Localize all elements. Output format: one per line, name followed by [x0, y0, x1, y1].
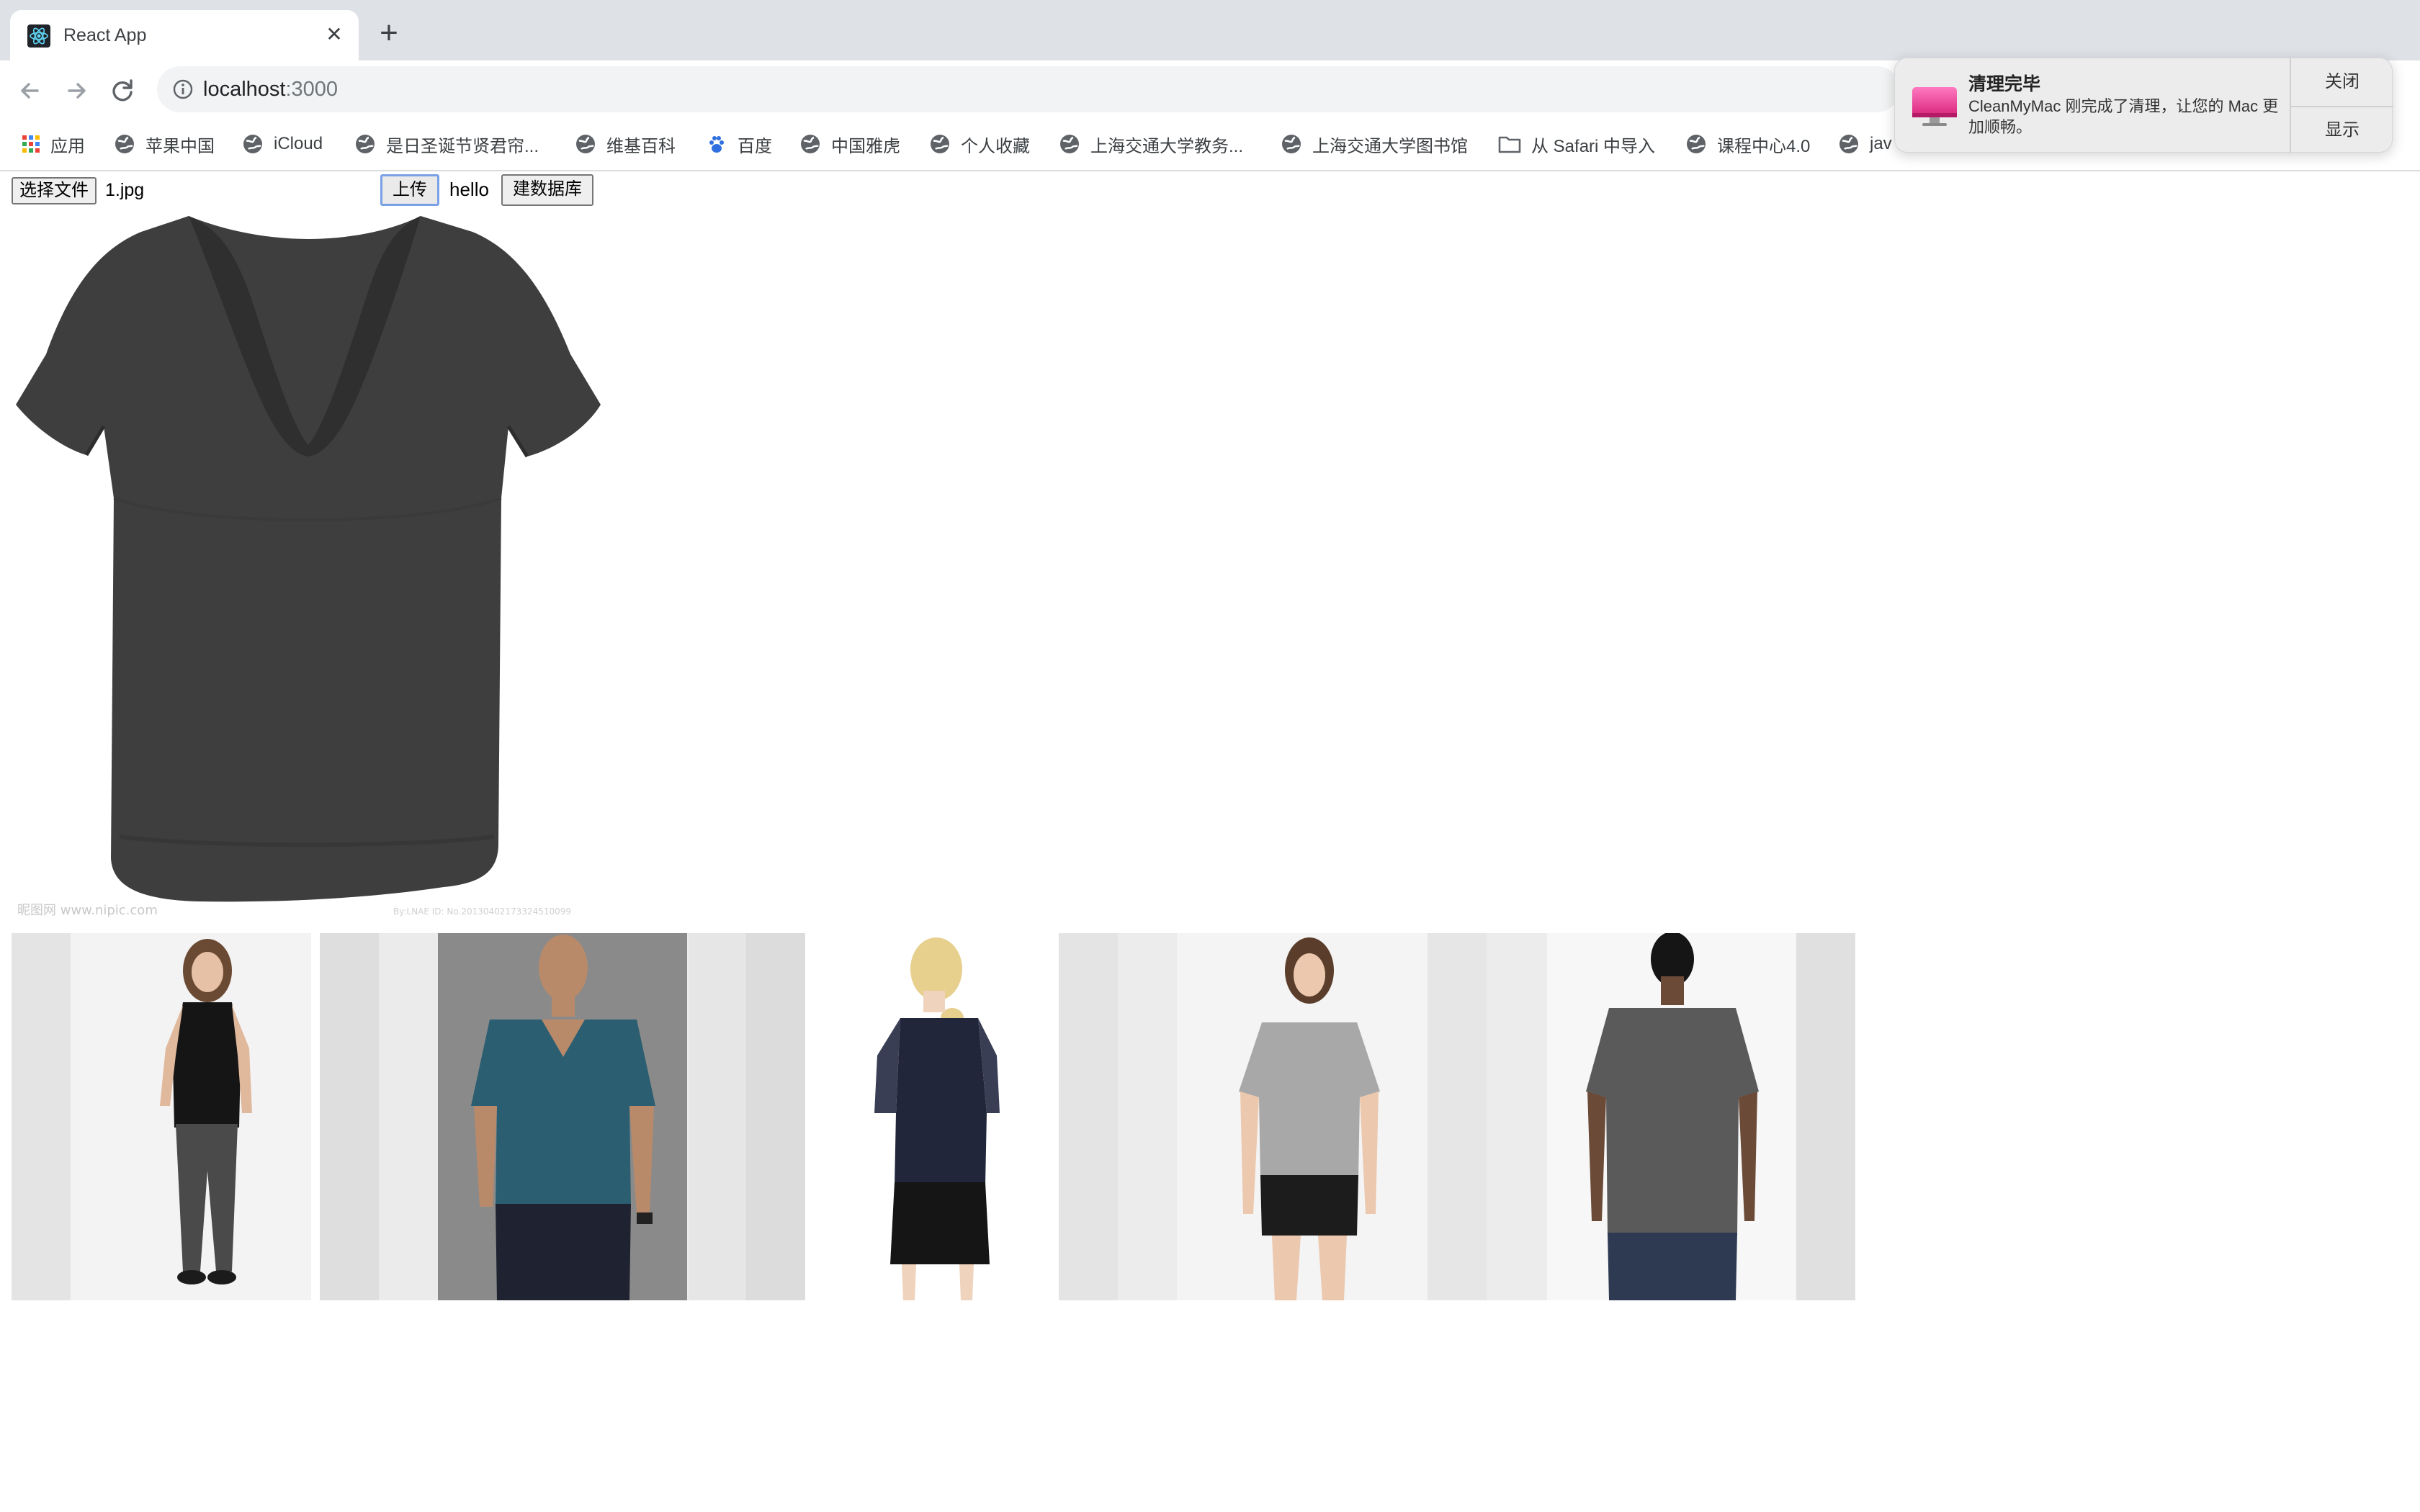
bookmark-favorites[interactable]: 个人收藏	[929, 131, 1030, 157]
notification-body: CleanMyMac 刚完成了清理，让您的 Mac 更加顺畅。	[1968, 97, 2279, 136]
bookmark-label: iCloud	[274, 134, 323, 153]
bookmarks-bar: 应用 苹果中国 iCloud 是日圣诞节贤君帘... 维基百科 百度 中国雅虎	[0, 118, 1901, 170]
bookmark-label: 从 Safari 中导入	[1531, 136, 1656, 156]
bookmark-safari-import-folder[interactable]: 从 Safari 中导入	[1498, 131, 1655, 157]
bookmark-sjtu-library[interactable]: 上海交通大学图书馆	[1281, 131, 1468, 157]
bookmark-sjtu-academic[interactable]: 上海交通大学教务...	[1059, 131, 1243, 157]
woman-navy-sequin-top-photo	[815, 933, 1053, 1300]
bookmark-yahoo-china[interactable]: 中国雅虎	[799, 131, 900, 157]
notification-close-button[interactable]: 关闭	[2291, 58, 2393, 106]
globe-icon	[1282, 135, 1301, 153]
tab-close-icon[interactable]: ✕	[321, 22, 347, 48]
react-favicon-icon	[27, 24, 50, 48]
tab-strip: React App ✕ +	[0, 0, 2420, 60]
globe-icon	[801, 135, 820, 153]
cleanmymac-icon	[1912, 87, 1957, 126]
notification-title: 清理完毕	[1968, 74, 2041, 94]
bookmark-apps[interactable]: 应用	[22, 131, 85, 157]
build-database-button[interactable]: 建数据库	[501, 174, 593, 206]
baidu-paw-icon	[709, 136, 724, 153]
choose-file-button[interactable]: 选择文件	[12, 177, 97, 204]
bookmark-label: 苹果中国	[145, 136, 215, 156]
uploaded-tshirt-image: 昵图网 www.nipic.com By:LNAE ID: No.2013040…	[12, 210, 605, 923]
bookmark-label: 上海交通大学教务...	[1090, 136, 1244, 156]
tab-react-app[interactable]: React App ✕	[10, 10, 359, 60]
bookmark-java[interactable]: jav	[1838, 131, 1892, 157]
bookmark-course-center[interactable]: 课程中心4.0	[1685, 131, 1810, 157]
bookmark-label: jav	[1870, 134, 1892, 153]
globe-icon	[1839, 135, 1858, 153]
search-results	[12, 933, 1855, 1300]
page-content: 选择文件 1.jpg 上传 hello 建数据库 昵图网 www.nipic.c…	[0, 171, 2420, 1512]
bookmark-label: 上海交通大学图书馆	[1312, 136, 1468, 156]
cleanmymac-notification: 清理完毕 CleanMyMac 刚完成了清理，让您的 Mac 更加顺畅。 关闭 …	[1894, 58, 2393, 153]
bookmark-label: 应用	[50, 136, 85, 156]
bookmark-label: 中国雅虎	[831, 136, 900, 156]
man-grey-tee-back-photo	[1487, 933, 1855, 1300]
bookmark-label: 个人收藏	[961, 136, 1030, 156]
woman-grey-tee-photo	[1059, 933, 1487, 1300]
tab-title: React App	[63, 25, 147, 45]
bookmark-apple-china[interactable]: 苹果中国	[114, 131, 215, 157]
bookmark-label: 课程中心4.0	[1717, 136, 1811, 156]
new-tab-plus-icon[interactable]: +	[373, 17, 405, 50]
watermark-left: 昵图网 www.nipic.com	[17, 903, 158, 918]
result-image-2[interactable]	[320, 933, 805, 1300]
globe-icon	[1060, 135, 1079, 153]
url-text: localhost:3000	[203, 76, 338, 102]
globe-icon	[115, 135, 134, 153]
bookmark-label: 百度	[738, 136, 772, 156]
woman-black-tee-photo	[12, 933, 311, 1300]
back-arrow-icon[interactable]	[10, 71, 50, 111]
globe-icon	[356, 135, 375, 153]
url-port: :3000	[285, 78, 339, 101]
result-image-3[interactable]	[815, 933, 1053, 1300]
selected-file-name: 1.jpg	[105, 180, 145, 200]
reload-icon[interactable]	[102, 71, 143, 111]
site-info-icon[interactable]	[171, 78, 194, 101]
address-bar[interactable]: localhost:3000	[157, 66, 1900, 112]
result-image-1[interactable]	[12, 933, 311, 1300]
folder-icon	[1498, 136, 1521, 153]
globe-icon	[1687, 135, 1706, 153]
bookmark-label: 是日圣诞节贤君帘...	[386, 136, 539, 156]
result-image-4[interactable]	[1059, 933, 1487, 1300]
upload-button[interactable]: 上传	[380, 174, 439, 206]
result-image-5[interactable]	[1487, 933, 1855, 1300]
globe-icon	[576, 135, 595, 153]
apps-grid-icon	[22, 135, 40, 153]
bookmark-christmas[interactable]: 是日圣诞节贤君帘...	[354, 131, 539, 157]
watermark-right: By:LNAE ID: No.20130402173324510099	[393, 906, 571, 917]
globe-icon	[931, 135, 949, 153]
hello-text: hello	[449, 179, 489, 200]
url-host: localhost	[203, 78, 286, 101]
bookmark-wikipedia[interactable]: 维基百科	[575, 131, 676, 157]
bookmark-icloud[interactable]: iCloud	[242, 131, 323, 157]
man-teal-vneck-photo	[320, 933, 805, 1300]
notification-show-button[interactable]: 显示	[2291, 107, 2393, 153]
bookmark-baidu[interactable]: 百度	[706, 131, 772, 157]
globe-icon	[243, 135, 262, 153]
bookmark-label: 维基百科	[606, 136, 676, 156]
forward-arrow-icon[interactable]	[56, 71, 97, 111]
